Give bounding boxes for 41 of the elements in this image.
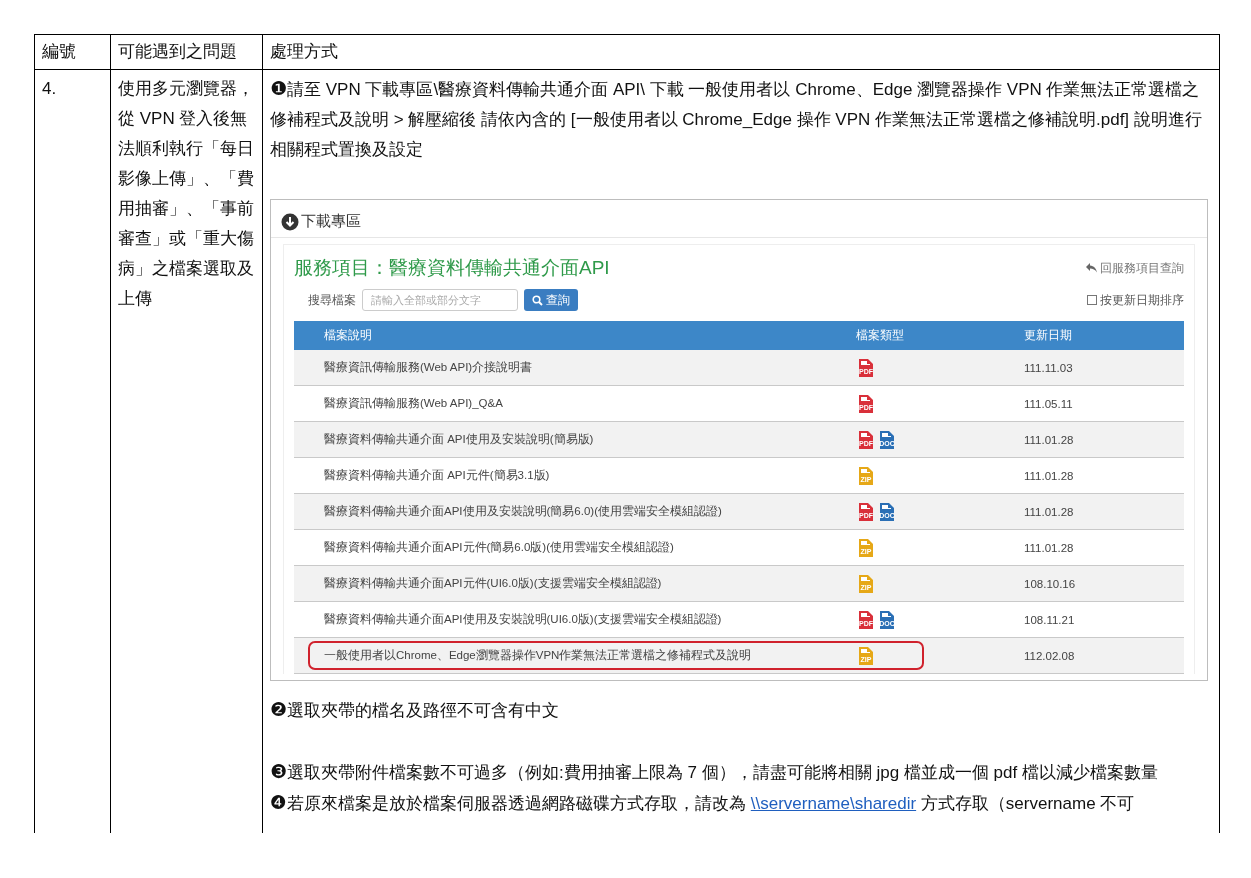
- file-name[interactable]: 醫療資料傳輸共通介面API元件(UI6.0版)(支援雲端安全模組認證): [294, 576, 856, 591]
- file-name[interactable]: 醫療資料傳輸共通介面API使用及安裝說明(UI6.0版)(支援雲端安全模組認證): [294, 612, 856, 627]
- column-header: 更新日期: [1024, 327, 1073, 344]
- search-label: 搜尋檔案: [308, 291, 356, 309]
- update-date: 108.10.16: [1024, 577, 1077, 590]
- file-name[interactable]: 一般使用者以Chrome、Edge瀏覽器操作VPN作業無法正常選檔之修補程式及說明: [294, 648, 856, 663]
- sort-checkbox[interactable]: 按更新日期排序: [1087, 291, 1184, 309]
- update-date: 111.05.11: [1024, 397, 1074, 410]
- file-name[interactable]: 醫療資料傳輸共通介面API元件(簡易6.0版)(使用雲端安全模組認證): [294, 540, 856, 555]
- file-name[interactable]: 醫療資料傳輸共通介面 API使用及安裝說明(簡易版): [294, 432, 856, 447]
- file-name[interactable]: 醫療資料傳輸共通介面 API元件(簡易3.1版): [294, 468, 856, 483]
- row-number: 4.: [42, 79, 57, 98]
- path-link[interactable]: \\servername\sharedir: [750, 794, 917, 813]
- search-icon: [532, 294, 543, 306]
- update-date: 108.11.21: [1024, 613, 1076, 626]
- update-date: 111.01.28: [1024, 433, 1075, 446]
- file-name[interactable]: 醫療資料傳輸共通介面API使用及安裝說明(簡易6.0)(使用雲端安全模組認證): [294, 504, 856, 519]
- column-header: 檔案說明: [323, 327, 373, 344]
- file-name[interactable]: 醫療資訊傳輸服務(Web API)_Q&A: [294, 396, 856, 411]
- update-date: 111.01.28: [1024, 505, 1075, 518]
- back-link[interactable]: 回服務項目查詢: [1086, 259, 1184, 277]
- problem-text: 使用多元瀏覽器，從 VPN 登入後無法順利執行「每日影像上傳」、「費用抽審」、「事前審查」或「重大傷病」之檔案選取及上傳: [118, 78, 255, 310]
- step-text: ❸選取夾帶附件檔案數不可過多（例如:費用抽審上限為 7 個），請盡可能將相關 jpg 檔並成一個 pdf 檔以減少檔案數量: [270, 760, 1159, 784]
- column-header: 處理方式: [263, 35, 1220, 70]
- search-button[interactable]: 查詢: [524, 289, 578, 311]
- update-date: 111.11.03: [1024, 361, 1074, 374]
- column-header: 編號: [35, 35, 111, 70]
- file-name[interactable]: 醫療資訊傳輸服務(Web API)介接說明書: [294, 360, 856, 375]
- search-field[interactable]: 請輸入全部或部分文字: [362, 289, 518, 311]
- step-text: ❹若原來檔案是放於檔案伺服器透過網路磁碟方式存取，請改為 \\servername\sharedir 方式存取（servername 不可: [270, 791, 1136, 815]
- update-date: 111.01.28: [1024, 469, 1075, 482]
- step-text: ❷選取夾帶的檔名及路徑不可含有中文: [270, 698, 561, 722]
- service-title: 服務項目：醫療資料傳輸共通介面API: [294, 256, 610, 280]
- update-date: 111.01.28: [1024, 541, 1075, 554]
- step-text: ❶請至 VPN 下載專區\醫療資料傳輸共通介面 API\ 下載 一般使用者以 Chrome、Edge 瀏覽器操作 VPN 作業無法正常選檔之修補程式及說明 > 解壓縮後 請依內含的 [一般使用者以 Chrome_Edge 操作 VPN 作業無法正常選檔之修補說明.pdf] 說明進行相關程式置換及設定: [270, 77, 1203, 161]
- column-header: 檔案類型: [856, 327, 905, 344]
- update-date: 112.02.08: [1024, 649, 1076, 662]
- down-arrow-circle-icon: [281, 212, 299, 231]
- column-header: 可能遇到之問題: [111, 35, 263, 70]
- section-title: 下載專區: [301, 212, 361, 231]
- reply-arrow-icon: [1086, 263, 1097, 273]
